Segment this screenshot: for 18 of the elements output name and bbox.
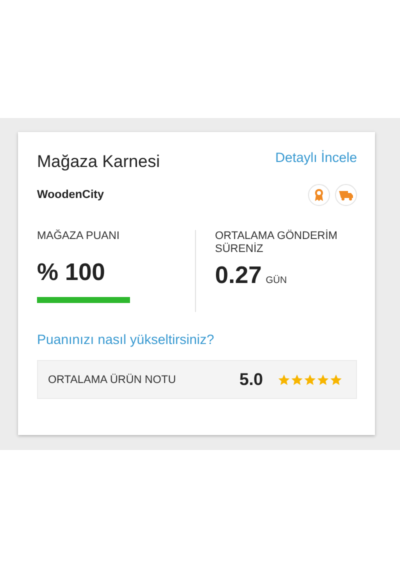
metric-label: ORTALAMA GÖNDERİM SÜRENİZ xyxy=(215,230,338,256)
metric-value: % 100 xyxy=(37,259,106,287)
star-icon xyxy=(330,374,342,386)
star-icon xyxy=(278,374,290,386)
rating-label: ORTALAMA ÜRÜN NOTU xyxy=(48,374,177,386)
metric-value: 0.27 xyxy=(215,262,262,290)
store-name: WoodenCity xyxy=(37,189,104,201)
help-link[interactable]: Puanınızı nasıl yükseltirsiniz? xyxy=(37,332,214,347)
rosette-icon xyxy=(308,184,330,206)
card-title: Mağaza Karnesi xyxy=(37,152,160,172)
detail-link[interactable]: Detaylı İncele xyxy=(275,150,357,165)
star-icon xyxy=(317,374,329,386)
star-icon xyxy=(291,374,303,386)
truck-icon xyxy=(335,184,357,206)
metric-label: MAĞAZA PUANI xyxy=(37,230,121,243)
rating-value: 5.0 xyxy=(239,370,263,390)
unit-label: GÜN xyxy=(266,275,287,286)
star-icon xyxy=(304,374,316,386)
